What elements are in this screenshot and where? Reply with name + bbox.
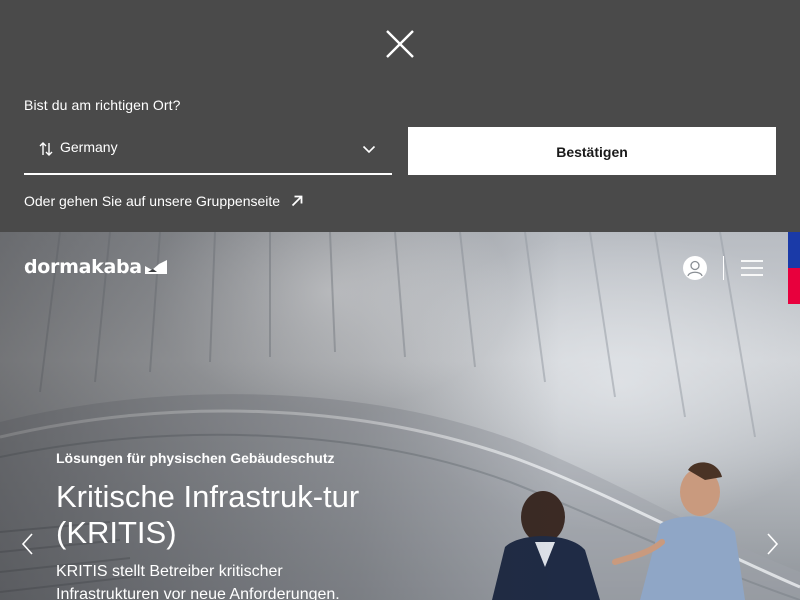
menu-icon[interactable] — [741, 259, 763, 277]
logo-wordmark: dormakaba — [24, 256, 142, 278]
header-divider — [723, 256, 724, 280]
logo-mark-icon — [144, 260, 167, 274]
country-prompt: Bist du am richtigen Ort? — [24, 97, 181, 113]
country-select[interactable]: Germany — [24, 127, 392, 175]
confirm-button[interactable]: Bestätigen — [408, 127, 776, 175]
hero-lead-text: KRITIS stellt Betreiber kritischer Infra… — [56, 563, 340, 600]
close-banner-button[interactable] — [384, 28, 416, 60]
chevron-left-icon[interactable] — [20, 532, 36, 556]
dormakaba-logo[interactable]: dormakaba — [24, 256, 167, 278]
group-page-link[interactable]: Oder gehen Sie auf unsere Gruppenseite — [24, 193, 304, 209]
selected-country: Germany — [60, 139, 118, 155]
country-selector-banner: Bist du am richtigen Ort? Germany Bestät… — [0, 0, 800, 232]
user-icon — [687, 260, 703, 277]
close-icon — [386, 30, 414, 58]
chevron-right-icon[interactable] — [764, 532, 780, 556]
hero-section: dormakaba Lösungen für physischen Gebäud… — [0, 232, 800, 600]
external-link-icon — [291, 195, 303, 207]
chevron-down-icon — [362, 145, 376, 154]
sort-icon — [39, 142, 53, 156]
side-tab-blue[interactable] — [788, 232, 800, 268]
hero-headline: Kritische Infrastruk-tur (KRITIS) — [56, 479, 360, 550]
user-account-button[interactable] — [683, 256, 707, 280]
hero-eyebrow: Lösungen für physischen Gebäudeschutz — [56, 450, 335, 466]
group-page-link-label: Oder gehen Sie auf unsere Gruppenseite — [24, 193, 281, 209]
side-tab-red[interactable] — [788, 268, 800, 304]
